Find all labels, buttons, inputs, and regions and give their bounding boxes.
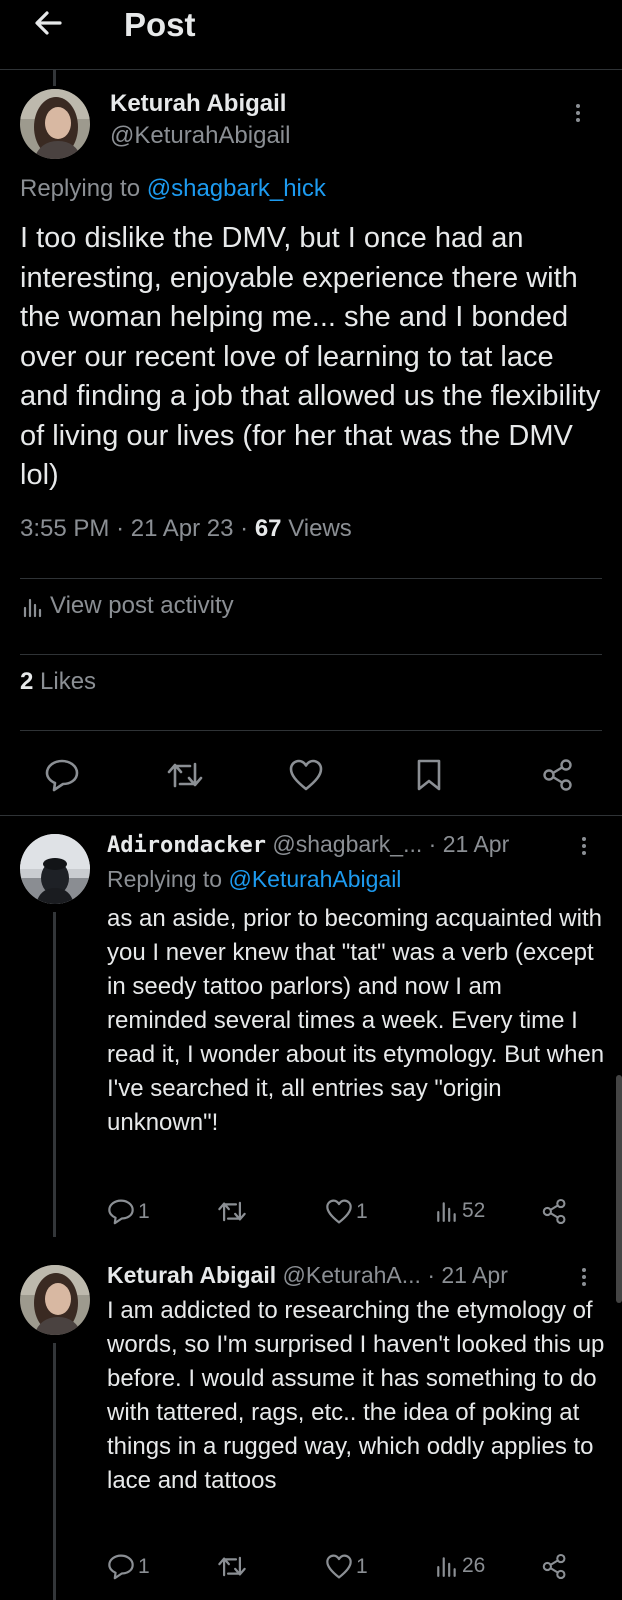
scrollbar[interactable] (616, 1075, 622, 1303)
bookmark-button[interactable] (414, 758, 444, 797)
back-button[interactable] (30, 6, 70, 46)
divider (20, 654, 602, 655)
stats-icon (23, 598, 42, 617)
reply-icon (108, 1554, 134, 1580)
stats-icon (437, 1202, 456, 1222)
replying-to: Replying to @shagbark_hick (20, 175, 326, 203)
share-button[interactable] (541, 758, 575, 797)
avatar[interactable] (20, 1265, 90, 1335)
thread-line (53, 70, 56, 86)
reply-icon (45, 759, 79, 792)
separator: · (427, 1262, 435, 1288)
reply-count: 1 (138, 1554, 150, 1578)
likes-label: Likes (40, 668, 97, 695)
page-title: Post (124, 6, 196, 43)
bookmark-icon (417, 759, 441, 791)
reply-icon (108, 1199, 134, 1225)
more-options-button[interactable] (576, 1265, 592, 1295)
author-handle[interactable]: @KeturahA... (283, 1262, 421, 1288)
retweet-icon (218, 1201, 246, 1222)
reply-actions: 1 1 52 (107, 1198, 587, 1232)
like-count: 1 (356, 1554, 368, 1578)
views-count: 67 (254, 515, 282, 542)
reply-date[interactable]: 21 Apr (441, 1262, 508, 1288)
views-count: 52 (462, 1199, 486, 1222)
reply-date[interactable]: 21 Apr (443, 831, 510, 857)
share-button[interactable] (541, 1553, 568, 1580)
share-icon (542, 1198, 566, 1225)
divider (20, 730, 602, 731)
more-options-button[interactable] (566, 101, 590, 131)
more-icon (576, 1268, 592, 1286)
retweet-icon (167, 762, 203, 788)
replying-prefix: Replying to (20, 175, 141, 202)
like-icon (326, 1199, 352, 1224)
post-date[interactable]: 21 Apr 23 (131, 515, 234, 542)
reply-text: I am addicted to researching the etymolo… (107, 1297, 605, 1494)
more-icon (566, 104, 590, 122)
retweet-button[interactable] (166, 758, 204, 797)
like-button[interactable] (288, 758, 324, 797)
mention-link[interactable]: @shagbark_hick (147, 175, 326, 202)
reply-button[interactable]: 1 (107, 1198, 150, 1225)
separator: · (240, 515, 249, 542)
separator: · (428, 831, 437, 857)
replying-to: Replying to @KeturahAbigail (107, 866, 401, 893)
avatar[interactable] (20, 834, 90, 904)
reply-button[interactable] (44, 758, 80, 797)
retweet-button[interactable] (217, 1553, 247, 1580)
author-name[interactable]: Keturah Abigail (107, 1262, 276, 1288)
retweet-icon (218, 1556, 246, 1577)
like-count: 1 (356, 1199, 368, 1223)
views-button[interactable]: 26 (435, 1553, 485, 1579)
views-button[interactable]: 52 (435, 1198, 485, 1224)
share-button[interactable] (541, 1198, 568, 1225)
replying-prefix: Replying to (107, 866, 223, 892)
retweet-button[interactable] (217, 1198, 247, 1225)
mention-link[interactable]: @KeturahAbigail (228, 866, 401, 892)
stats-icon (437, 1557, 456, 1577)
post-meta: 3:55 PM · 21 Apr 23 · 67 Views (20, 515, 352, 543)
author-name[interactable]: Adirondacker (107, 833, 266, 858)
author-name[interactable]: Keturah Abigail (110, 90, 286, 118)
like-button[interactable]: 1 (325, 1553, 368, 1580)
thread-line (53, 912, 56, 1237)
back-arrow-icon (35, 11, 62, 35)
reply-button[interactable]: 1 (107, 1553, 150, 1580)
more-options-button[interactable] (576, 834, 592, 864)
more-icon (576, 837, 592, 855)
views-label: Views (288, 515, 352, 542)
reply-count: 1 (138, 1199, 150, 1223)
like-icon (289, 759, 323, 791)
share-icon (542, 1553, 566, 1580)
author-handle[interactable]: @shagbark_... (272, 831, 422, 857)
reply-text: as an aside, prior to becoming acquainte… (107, 905, 605, 1136)
like-button[interactable]: 1 (325, 1198, 368, 1225)
avatar[interactable] (20, 89, 90, 159)
share-icon (543, 759, 572, 791)
author-handle[interactable]: @KeturahAbigail (110, 122, 290, 150)
likes-count: 2 (20, 668, 34, 695)
likes-link[interactable]: 2 Likes (20, 668, 96, 696)
thread-line (53, 1343, 56, 1600)
views-count: 26 (462, 1554, 486, 1577)
reply-header: Keturah Abigail @KeturahA... · 21 Apr (107, 1262, 508, 1289)
separator: · (116, 515, 125, 542)
activity-label: View post activity (50, 592, 234, 619)
divider (20, 578, 602, 579)
top-bar: Post (0, 0, 622, 70)
reply-actions: 1 1 26 (107, 1553, 587, 1587)
view-activity-link[interactable]: View post activity (22, 592, 234, 620)
reply-header: Adirondacker @shagbark_... · 21 Apr (107, 831, 509, 858)
post-time[interactable]: 3:55 PM (20, 515, 109, 542)
like-icon (326, 1554, 352, 1579)
post-text: I too dislike the DMV, but I once had an… (20, 222, 601, 491)
divider (0, 815, 622, 816)
